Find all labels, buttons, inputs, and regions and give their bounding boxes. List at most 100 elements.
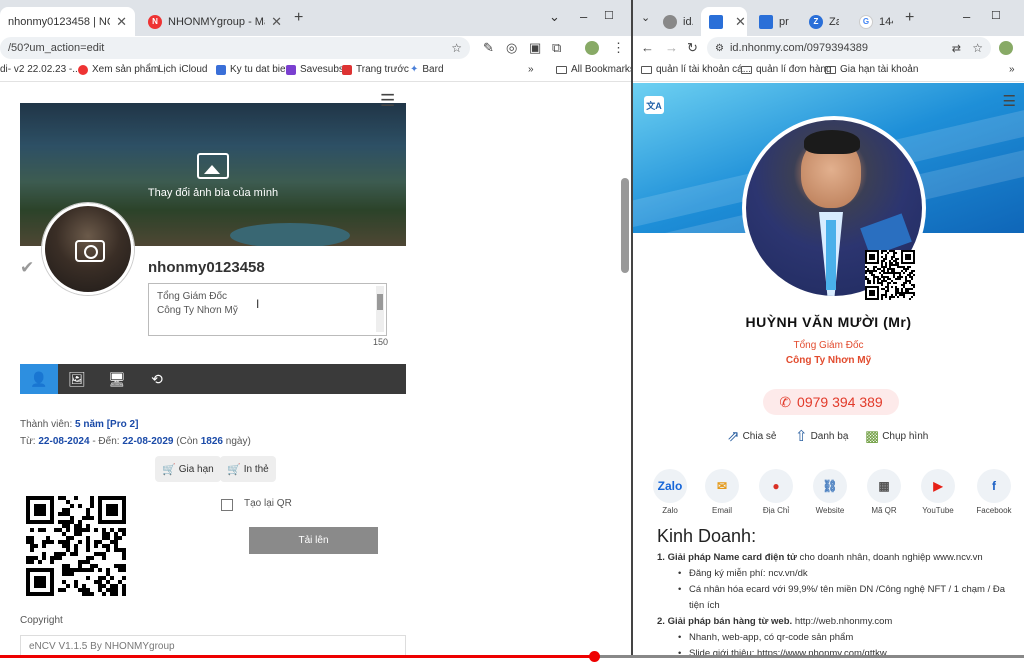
textarea-scrollbar[interactable] bbox=[376, 286, 384, 332]
star-icon[interactable]: ☆ bbox=[451, 41, 462, 55]
tab-gallery[interactable]: 🖼 bbox=[58, 364, 96, 394]
doc-icon bbox=[216, 64, 226, 75]
star-icon[interactable]: ☆ bbox=[972, 41, 983, 55]
capture-button[interactable]: ▩ Chụp hình bbox=[865, 427, 928, 445]
reload-icon[interactable]: ↻ bbox=[687, 40, 698, 56]
minimize-icon[interactable]: – bbox=[580, 9, 587, 24]
new-tab-icon[interactable]: + bbox=[294, 9, 303, 27]
new-tab-icon[interactable]: + bbox=[905, 9, 914, 27]
more-bookmarks-icon[interactable]: » bbox=[528, 64, 534, 75]
translate-icon[interactable]: ⇄ bbox=[952, 42, 961, 55]
back-icon[interactable]: ← bbox=[641, 40, 654, 55]
tab-user[interactable]: 👤 bbox=[20, 364, 58, 394]
tab-id-nhonmy[interactable]: id.nh bbox=[655, 7, 701, 36]
bookmark-item[interactable]: ✦ Bard bbox=[410, 64, 444, 75]
address-bar[interactable]: ⚙ id.nhonmy.com/0979394389 ⇄ ☆ bbox=[707, 37, 991, 59]
tab-profile[interactable]: profi bbox=[751, 7, 797, 36]
bookmark-label: Savesubs bbox=[300, 64, 344, 75]
tab-desktop[interactable]: 🖥 bbox=[98, 364, 136, 394]
profile-avatar[interactable] bbox=[999, 41, 1013, 55]
folder-icon bbox=[741, 65, 752, 74]
social-facebook-icon[interactable]: f bbox=[977, 469, 1011, 503]
chevron-down-icon[interactable]: ⌄ bbox=[641, 11, 650, 24]
page-icon bbox=[342, 64, 352, 75]
social-youtube-icon[interactable]: ▶ bbox=[921, 469, 955, 503]
member-value: 5 năm [Pro 2] bbox=[75, 419, 139, 430]
tab-title: nhonmy0123458 | NCV - Tài kh bbox=[8, 15, 110, 28]
more-bookmarks-icon[interactable]: » bbox=[1009, 64, 1015, 75]
page-scrollbar[interactable] bbox=[621, 178, 629, 273]
tab-zalo[interactable]: Z Zalo bbox=[801, 7, 847, 36]
social-địa-chỉ-icon[interactable]: ● bbox=[759, 469, 793, 503]
profile-avatar[interactable] bbox=[585, 41, 599, 55]
bookmark-item[interactable]: di- v2 22.02.23 -... bbox=[0, 64, 81, 75]
maximize-icon[interactable]: ☐ bbox=[604, 9, 614, 22]
bookmark-label: Xem sản phẩm bbox=[92, 64, 160, 75]
tab-google[interactable]: G 1448 bbox=[851, 7, 901, 36]
screenshot-icon[interactable]: ▣ bbox=[529, 40, 541, 56]
savesubs-icon bbox=[286, 64, 296, 75]
business-list: 1. Giải pháp Name card điện tử cho doanh… bbox=[657, 550, 1019, 658]
regen-qr-checkbox[interactable] bbox=[221, 499, 233, 511]
bookmarks-bar: di- v2 22.02.23 -... Xem sản phẩm Lịch i… bbox=[0, 60, 631, 82]
social-email-icon[interactable]: ✉ bbox=[705, 469, 739, 503]
tab-ncv-account[interactable]: nhonmy0123458 | NCV - Tài kh ✕ bbox=[0, 7, 135, 36]
social-mã-qr-icon[interactable]: ▦ bbox=[867, 469, 901, 503]
phone-button[interactable]: ✆ 0979 394 389 bbox=[763, 389, 899, 415]
bookmark-item[interactable]: Xem sản phẩm bbox=[78, 64, 159, 75]
bookmark-folder[interactable]: quản lí đơn hàng bbox=[741, 64, 832, 75]
extension-icon[interactable]: ◎ bbox=[506, 40, 517, 56]
chevron-down-icon[interactable]: ⌄ bbox=[549, 9, 560, 25]
bookmark-item[interactable]: Trang trước bbox=[342, 64, 409, 75]
bookmark-label: All Bookmarks bbox=[571, 64, 631, 75]
bookmark-folder[interactable]: quản lí tài khoản cá... bbox=[641, 64, 751, 75]
social-zalo-icon[interactable]: Zalo bbox=[653, 469, 687, 503]
tab-pro[interactable]: pro✕ bbox=[701, 7, 747, 36]
hamburger-menu-icon[interactable]: ☰ bbox=[1003, 92, 1016, 110]
profile-name: HUỲNH VĂN MƯỜI (Mr) bbox=[745, 314, 912, 330]
hamburger-menu-icon[interactable]: ☰ bbox=[380, 91, 395, 111]
upload-button[interactable]: Tải lên bbox=[249, 527, 378, 554]
change-cover-text: Thay đổi ảnh bìa của mình bbox=[147, 187, 279, 199]
pen-icon[interactable]: ✎ bbox=[483, 40, 494, 56]
bookmark-item[interactable]: Ky tu dat biet bbox=[216, 64, 288, 75]
more-menu-icon[interactable]: ⋮ bbox=[612, 40, 625, 56]
avatar[interactable] bbox=[42, 203, 134, 295]
minimize-icon[interactable]: – bbox=[963, 9, 970, 24]
share-button[interactable]: ⇗ Chia sẻ bbox=[727, 427, 776, 445]
capture-label: Chụp hình bbox=[882, 430, 929, 442]
bookmark-folder[interactable]: Gia hạn tài khoản bbox=[825, 64, 918, 75]
list-item: Cá nhân hóa ecard với 99,9%/ tên miền DN… bbox=[657, 582, 1019, 614]
zalo-icon: Z bbox=[809, 14, 823, 29]
tab-history[interactable]: ⟲ bbox=[138, 364, 176, 394]
address-bar[interactable]: /50?um_action=edit ☆ bbox=[0, 37, 470, 59]
bio-textarea[interactable]: Tổng Giám Đốc Công Ty Nhơn Mỹ bbox=[148, 283, 387, 336]
social-website-icon[interactable]: ⛓ bbox=[813, 469, 847, 503]
social-label: Địa Chỉ bbox=[762, 506, 790, 515]
forward-icon[interactable]: → bbox=[665, 40, 678, 55]
close-icon[interactable]: ✕ bbox=[116, 14, 127, 30]
progress-handle[interactable] bbox=[588, 651, 600, 662]
tab-nhonmygroup[interactable]: N NHONMYgroup - Marketing C ✕ bbox=[140, 7, 290, 36]
image-icon bbox=[197, 153, 229, 179]
share-icon: ⇗ bbox=[727, 428, 740, 445]
bookmark-item[interactable]: Lịch iCloud bbox=[154, 64, 207, 75]
translate-icon[interactable]: 文A bbox=[644, 96, 664, 114]
tab-strip: nhonmy0123458 | NCV - Tài kh ✕ N NHONMYg… bbox=[0, 0, 631, 36]
profile-title: Tổng Giám Đốc bbox=[793, 340, 864, 351]
bookmark-item[interactable]: Savesubs bbox=[286, 64, 344, 75]
contacts-button[interactable]: ⇧ Danh bạ bbox=[795, 427, 848, 445]
close-icon[interactable]: ✕ bbox=[271, 14, 282, 30]
close-icon[interactable]: ✕ bbox=[735, 14, 746, 30]
renew-button[interactable]: 🛒 Gia hạn bbox=[155, 456, 221, 482]
site-info-icon[interactable]: ⚙ bbox=[715, 43, 724, 54]
profile-tabs: 👤 🖼 🖥 ⟲ bbox=[20, 364, 406, 394]
username: nhonmy0123458 bbox=[148, 259, 265, 276]
qr-code[interactable] bbox=[865, 250, 915, 300]
maximize-icon[interactable]: ☐ bbox=[991, 9, 1001, 22]
bookmark-label: Bard bbox=[422, 64, 444, 75]
all-bookmarks[interactable]: All Bookmarks bbox=[556, 64, 631, 75]
puzzle-icon[interactable]: ⧉ bbox=[552, 40, 561, 56]
right-browser-window: ⌄ id.nh pro✕ profi Z Zalo G 1448 + – ☐ ← →… bbox=[633, 0, 1024, 658]
print-card-button[interactable]: 🛒 In thẻ bbox=[220, 456, 276, 482]
